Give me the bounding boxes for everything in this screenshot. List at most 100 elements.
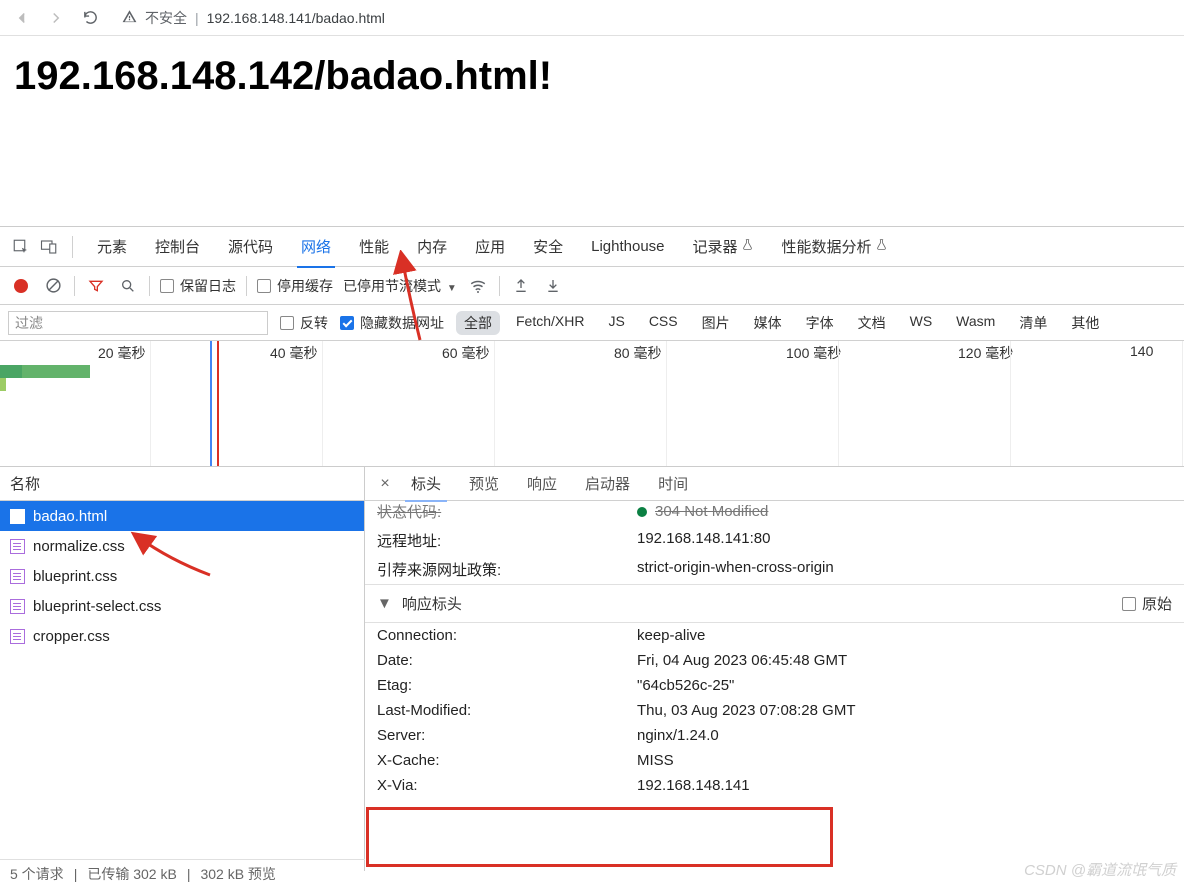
stylesheet-icon [10,629,25,644]
filter-type-pill[interactable]: Wasm [948,311,1003,335]
timeline-label: 80 毫秒 [614,343,661,363]
devtools-tab[interactable]: Lighthouse [577,227,678,267]
network-status-footer: 5 个请求 | 已传输 302 kB | 302 kB 预览 [0,859,365,887]
filter-type-pill[interactable]: 清单 [1011,311,1055,335]
response-header-row: Server:nginx/1.24.0 [365,723,1184,748]
timeline-label: 40 毫秒 [270,343,317,363]
search-icon[interactable] [117,275,139,297]
detail-tabs: × 标头预览响应启动器时间 [365,467,1184,501]
download-icon[interactable] [542,275,564,297]
disable-cache-checkbox[interactable]: 停用缓存 [257,276,333,296]
timeline-marker-blue [210,341,212,466]
reload-button[interactable] [76,4,104,32]
address-bar[interactable]: 不安全 | 192.168.148.141/badao.html [110,3,1176,33]
stylesheet-icon [10,539,25,554]
filter-type-pill[interactable]: 全部 [456,311,500,335]
request-name: cropper.css [33,628,110,645]
flask-icon [875,238,888,255]
url-separator: | [195,10,199,26]
devtools-tab[interactable]: 控制台 [141,227,214,267]
upload-icon[interactable] [510,275,532,297]
inspect-element-icon[interactable] [8,234,34,260]
stylesheet-icon [10,599,25,614]
document-icon [10,509,25,524]
page-heading: 192.168.148.142/badao.html! [14,54,1170,99]
invert-checkbox[interactable]: 反转 [280,313,328,333]
response-header-row: Date:Fri, 04 Aug 2023 06:45:48 GMT [365,648,1184,673]
close-icon[interactable]: × [373,475,397,493]
wifi-icon[interactable] [467,275,489,297]
checkbox-icon [257,279,271,293]
filter-type-pill[interactable]: 图片 [694,311,738,335]
response-headers-section[interactable]: ▼ 响应标头 原始 [365,584,1184,623]
preserve-log-checkbox[interactable]: 保留日志 [160,276,236,296]
devtools-tab[interactable]: 应用 [461,227,519,267]
devtools-tab[interactable]: 性能 [345,227,403,267]
chevron-down-icon: ▼ [447,283,457,294]
forward-button[interactable] [42,4,70,32]
url-text: 192.168.148.141/badao.html [207,10,385,26]
request-row[interactable]: badao.html [0,501,364,531]
filter-type-pill[interactable]: 文档 [850,311,894,335]
response-header-row: Connection:keep-alive [365,623,1184,648]
timeline-bar [22,365,90,378]
detail-tab[interactable]: 启动器 [571,467,644,501]
devtools-tab[interactable]: 安全 [519,227,577,267]
remote-address-row: 远程地址: 192.168.148.141:80 [365,526,1184,555]
devtools-tab[interactable]: 性能数据分析 [768,227,902,267]
filter-type-pill[interactable]: CSS [641,311,686,335]
request-name: badao.html [33,508,107,525]
timeline-label: 100 毫秒 [786,343,841,363]
filter-type-pill[interactable]: Fetch/XHR [508,311,592,335]
timeline-label: 60 毫秒 [442,343,489,363]
devtools-tab[interactable]: 元素 [83,227,141,267]
status-dot-icon [637,507,647,517]
filter-type-pill[interactable]: WS [902,311,941,335]
detail-tab[interactable]: 时间 [644,467,702,501]
timeline-label: 140 [1130,343,1153,359]
devtools-tab[interactable]: 内存 [403,227,461,267]
raw-checkbox[interactable]: 原始 [1122,593,1172,614]
request-row[interactable]: cropper.css [0,621,364,651]
status-transferred: 已传输 302 kB [87,864,176,884]
request-name: blueprint.css [33,568,117,585]
filter-type-pill[interactable]: 其他 [1063,311,1107,335]
request-row[interactable]: blueprint.css [0,561,364,591]
device-toolbar-icon[interactable] [36,234,62,260]
hide-data-urls-checkbox[interactable]: 隐藏数据网址 [340,313,444,333]
devtools-panel: 元素控制台源代码网络性能内存应用安全Lighthouse记录器性能数据分析 保留… [0,226,1184,871]
timeline-overview[interactable]: 20 毫秒40 毫秒60 毫秒80 毫秒100 毫秒120 毫秒140 [0,341,1184,467]
column-header-name[interactable]: 名称 [0,467,364,501]
stylesheet-icon [10,569,25,584]
flask-icon [741,238,754,255]
timeline-bar [0,365,22,378]
response-header-row: Last-Modified:Thu, 03 Aug 2023 07:08:28 … [365,698,1184,723]
request-row[interactable]: normalize.css [0,531,364,561]
back-button[interactable] [8,4,36,32]
detail-tab[interactable]: 标头 [397,467,455,501]
annotation-red-box [366,807,833,867]
watermark-text: CSDN @霸道流氓气质 [1024,859,1176,880]
devtools-tab[interactable]: 源代码 [214,227,287,267]
devtools-tab[interactable]: 记录器 [679,227,768,267]
triangle-down-icon: ▼ [377,595,392,612]
filter-input[interactable]: 过滤 [8,311,268,335]
filter-type-pill[interactable]: 字体 [798,311,842,335]
throttle-dropdown[interactable]: 已停用节流模式 ▼ [343,276,457,296]
request-row[interactable]: blueprint-select.css [0,591,364,621]
filter-type-pill[interactable]: 媒体 [746,311,790,335]
request-name: blueprint-select.css [33,598,161,615]
devtools-tab[interactable]: 网络 [287,227,345,267]
filter-icon[interactable] [85,275,107,297]
detail-tab[interactable]: 响应 [513,467,571,501]
request-name: normalize.css [33,538,125,555]
status-requests: 5 个请求 [10,864,64,884]
timeline-label: 20 毫秒 [98,343,145,363]
record-button[interactable] [10,275,32,297]
detail-tab[interactable]: 预览 [455,467,513,501]
request-list-pane: 名称 badao.html normalize.css blueprint.css b… [0,467,365,871]
filter-bar: 过滤 反转 隐藏数据网址 全部 Fetch/XHR JS CSS 图片媒体字体文档 WS W… [0,305,1184,341]
filter-type-pill[interactable]: JS [600,311,632,335]
status-resources: 302 kB 预览 [200,864,275,884]
clear-button[interactable] [42,275,64,297]
